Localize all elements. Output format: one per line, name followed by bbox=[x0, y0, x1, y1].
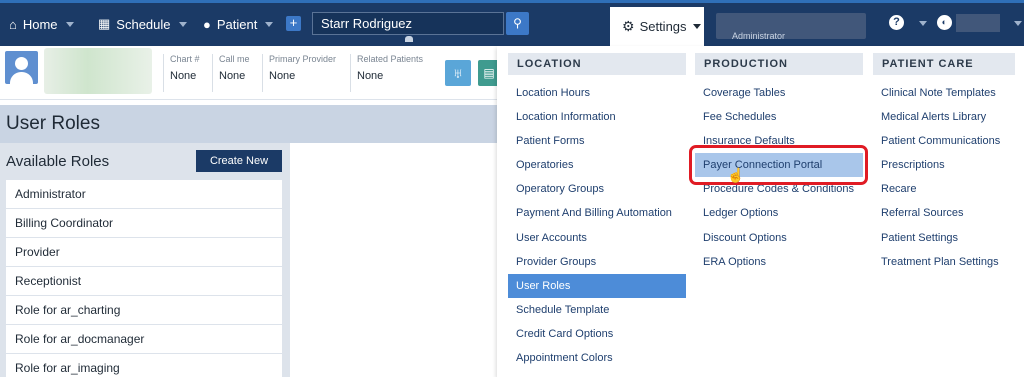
nav-settings[interactable]: ⚙ Settings bbox=[610, 7, 704, 46]
patient-care-column-header: PATIENT CARE bbox=[873, 53, 1015, 75]
user-avatar-icon[interactable]: ◐ bbox=[937, 15, 952, 30]
page-title: User Roles bbox=[6, 113, 100, 134]
menu-payment-billing-automation[interactable]: Payment And Billing Automation bbox=[508, 201, 686, 225]
patient-field-chart: Chart # None bbox=[163, 54, 200, 92]
field-value: None bbox=[357, 70, 384, 82]
home-icon: ⌂ bbox=[9, 16, 17, 32]
tooth-icon: ♅ bbox=[452, 65, 464, 81]
menu-location-information[interactable]: Location Information bbox=[508, 105, 686, 129]
add-patient-button[interactable]: + bbox=[286, 16, 301, 31]
menu-treatment-plan-settings[interactable]: Treatment Plan Settings bbox=[873, 250, 1015, 274]
role-item[interactable]: Role for ar_imaging bbox=[6, 354, 282, 377]
field-label: Chart # bbox=[170, 54, 200, 64]
role-item[interactable]: Role for ar_charting bbox=[6, 296, 282, 325]
nav-settings-label: Settings bbox=[639, 19, 687, 34]
menu-referral-sources[interactable]: Referral Sources bbox=[873, 201, 1015, 225]
hand-cursor-icon: ☝ bbox=[727, 167, 745, 183]
available-roles-heading: Available Roles bbox=[6, 153, 110, 170]
production-column-header: PRODUCTION bbox=[695, 53, 863, 75]
menu-provider-groups[interactable]: Provider Groups bbox=[508, 250, 686, 274]
role-item[interactable]: Role for ar_docmanager bbox=[6, 325, 282, 354]
nav-schedule-label: Schedule bbox=[116, 16, 171, 32]
role-item[interactable]: Billing Coordinator bbox=[6, 209, 282, 238]
chevron-down-icon bbox=[692, 24, 701, 29]
menu-schedule-template[interactable]: Schedule Template bbox=[508, 298, 686, 322]
patient-field-primary-provider: Primary Provider None bbox=[262, 54, 336, 92]
menu-clinical-note-templates[interactable]: Clinical Note Templates bbox=[873, 81, 1015, 105]
field-value: None bbox=[269, 70, 296, 82]
menu-prescriptions[interactable]: Prescriptions bbox=[873, 153, 1015, 177]
nav-patient[interactable]: ● Patient bbox=[203, 14, 274, 34]
role-item[interactable]: Receptionist bbox=[6, 267, 282, 296]
menu-patient-settings[interactable]: Patient Settings bbox=[873, 226, 1015, 250]
menu-user-roles[interactable]: User Roles bbox=[508, 274, 686, 298]
patient-search-input[interactable]: Starr Rodriguez bbox=[312, 12, 504, 35]
help-icon[interactable]: ? bbox=[889, 15, 904, 30]
patient-name-redacted bbox=[44, 48, 152, 94]
menu-patient-communications[interactable]: Patient Communications bbox=[873, 129, 1015, 153]
nav-home-label: Home bbox=[22, 16, 58, 32]
patient-lookup-button[interactable]: ⚲ bbox=[506, 12, 529, 35]
person-icon: ● bbox=[203, 16, 211, 32]
nav-patient-label: Patient bbox=[216, 16, 258, 32]
menu-operatories[interactable]: Operatories bbox=[508, 153, 686, 177]
avatar-body bbox=[10, 72, 33, 84]
menu-location-hours[interactable]: Location Hours bbox=[508, 81, 686, 105]
user-menu[interactable] bbox=[956, 14, 1000, 32]
menu-medical-alerts-library[interactable]: Medical Alerts Library bbox=[873, 105, 1015, 129]
menu-patient-forms[interactable]: Patient Forms bbox=[508, 129, 686, 153]
highlight-ring bbox=[689, 145, 868, 185]
clipboard-icon: ▤ bbox=[483, 66, 495, 80]
user-role-label: Administrator bbox=[732, 31, 786, 41]
calendar-icon: ▦ bbox=[98, 16, 111, 31]
menu-ledger-options[interactable]: Ledger Options bbox=[695, 201, 863, 225]
nav-schedule[interactable]: ▦ Schedule bbox=[98, 14, 187, 34]
role-item[interactable]: Provider bbox=[6, 238, 282, 267]
location-column-header: LOCATION bbox=[508, 53, 686, 75]
field-label: Related Patients bbox=[357, 54, 424, 64]
menu-operatory-groups[interactable]: Operatory Groups bbox=[508, 177, 686, 201]
patient-field-call-me: Call me None bbox=[212, 54, 250, 92]
nav-accent-stripe bbox=[0, 0, 1024, 3]
chevron-down-icon bbox=[1014, 21, 1022, 26]
avatar-head bbox=[15, 57, 28, 70]
chevron-down-icon bbox=[265, 21, 274, 27]
menu-coverage-tables[interactable]: Coverage Tables bbox=[695, 81, 863, 105]
menu-discount-options[interactable]: Discount Options bbox=[695, 226, 863, 250]
menu-era-options[interactable]: ERA Options bbox=[695, 250, 863, 274]
field-label: Call me bbox=[219, 54, 250, 64]
gear-icon: ⚙ bbox=[622, 18, 635, 34]
field-value: None bbox=[219, 70, 246, 82]
person-search-icon: ⚲ bbox=[513, 16, 522, 30]
chevron-down-icon bbox=[919, 21, 927, 26]
nav-home[interactable]: ⌂ Home bbox=[9, 14, 74, 34]
field-label: Primary Provider bbox=[269, 54, 337, 64]
top-nav-bar: ⌂ Home ▦ Schedule ● Patient + Starr Rodr… bbox=[0, 0, 1024, 46]
menu-appointment-colors[interactable]: Appointment Colors bbox=[508, 346, 686, 370]
role-item[interactable]: Administrator bbox=[6, 180, 282, 209]
roles-list: Administrator Billing Coordinator Provid… bbox=[6, 180, 282, 377]
menu-user-accounts[interactable]: User Accounts bbox=[508, 226, 686, 250]
chevron-down-icon bbox=[178, 21, 187, 27]
tooth-chart-button[interactable]: ♅ bbox=[445, 60, 471, 86]
chevron-down-icon bbox=[65, 21, 74, 27]
menu-recare[interactable]: Recare bbox=[873, 177, 1015, 201]
field-value: None bbox=[170, 70, 197, 82]
menu-credit-card-options[interactable]: Credit Card Options bbox=[508, 322, 686, 346]
menu-fee-schedules[interactable]: Fee Schedules bbox=[695, 105, 863, 129]
search-expand-handle[interactable] bbox=[405, 36, 413, 42]
patient-avatar[interactable] bbox=[5, 51, 38, 84]
create-new-button[interactable]: Create New bbox=[196, 150, 282, 172]
patient-field-related-patients: Related Patients None bbox=[350, 54, 423, 92]
